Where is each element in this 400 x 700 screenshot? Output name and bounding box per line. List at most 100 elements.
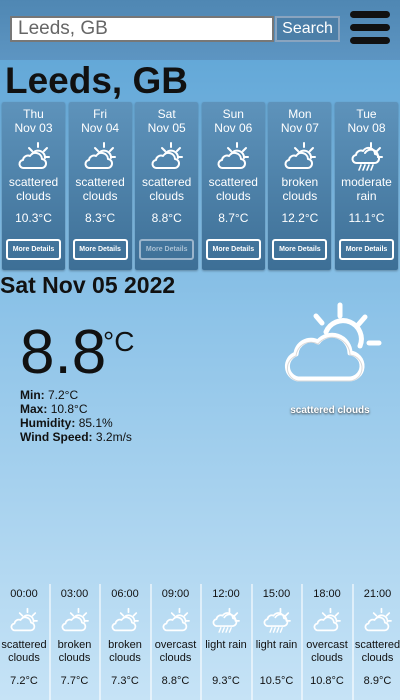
search-input[interactable]: [10, 16, 274, 42]
hour-time: 21:00: [363, 588, 392, 600]
hour-temperature: 9.3°C: [212, 675, 240, 687]
day-card[interactable]: Sun Nov 06 scattered clouds 8.7°C More Detai…: [201, 102, 265, 270]
hour-time: 06:00: [111, 588, 139, 600]
more-details-button[interactable]: More Details: [272, 239, 328, 260]
hourly-item: 21:00 scattered clouds 8.9°C: [354, 584, 400, 700]
selected-date: Sat Nov 05 2022: [0, 272, 176, 298]
top-bar: Search: [0, 0, 400, 60]
hour-time: 09:00: [161, 588, 190, 600]
humidity-label: Humidity:: [20, 416, 76, 430]
day-date: Nov 03: [14, 121, 53, 135]
hourly-item: 15:00 light rain 10.5°C: [253, 584, 301, 700]
menu-bar: [350, 23, 390, 31]
wind-row: Wind Speed: 3.2m/s: [20, 430, 132, 444]
max-label: Max:: [20, 402, 48, 416]
more-details-button[interactable]: More Details: [72, 239, 128, 260]
cloud-sun-icon: [284, 302, 382, 382]
daily-forecast: Thu Nov 03 scattered clouds 10.3°C More Deta…: [2, 102, 398, 270]
hour-description: broken clouds: [57, 639, 92, 664]
day-name: Sat: [157, 107, 176, 121]
hour-divider: [351, 584, 354, 700]
hour-temperature: 10.8°C: [310, 675, 344, 687]
day-card[interactable]: Tue Nov 08 moderate rain 11.1°C More Details: [335, 102, 398, 270]
hour-divider: [48, 584, 51, 700]
selected-description: scattered clouds: [290, 405, 370, 416]
cloud-sun-icon: [217, 142, 250, 169]
hour-time: 00:00: [10, 588, 38, 600]
hourly-item: 06:00 broken clouds 7.3°C: [101, 584, 149, 700]
hour-description: light rain: [205, 639, 247, 651]
hour-time: 12:00: [212, 588, 240, 600]
hourly-item: 12:00 light rain 9.3°C: [202, 584, 250, 700]
rain-icon: [212, 607, 240, 633]
day-description: scattered clouds: [8, 175, 59, 203]
more-details-button[interactable]: More Details: [205, 239, 261, 260]
day-date: Nov 05: [147, 121, 186, 135]
hour-divider: [99, 584, 101, 700]
city-title: Leeds, GB: [5, 60, 188, 101]
day-date: Nov 06: [214, 121, 253, 135]
hour-description: overcast clouds: [306, 639, 348, 664]
hourly-item: 03:00 broken clouds 7.7°C: [51, 584, 99, 700]
more-details-button[interactable]: More Details: [339, 239, 394, 260]
hourly-item: 00:00 scattered clouds 7.2°C: [0, 584, 48, 700]
day-card[interactable]: Fri Nov 04 scattered clouds 8.3°C More Detai…: [68, 102, 132, 270]
hour-temperature: 7.7°C: [60, 675, 89, 687]
day-description: moderate rain: [341, 175, 392, 203]
day-name: Sun: [222, 107, 244, 121]
cloud-sun-icon: [18, 142, 50, 169]
day-card[interactable]: Thu Nov 03 scattered clouds 10.3°C More Deta…: [2, 102, 65, 270]
day-description: scattered clouds: [142, 175, 192, 203]
day-temperature: 8.8°C: [151, 211, 182, 225]
day-description: broken clouds: [281, 175, 319, 203]
day-temperature: 8.3°C: [85, 211, 116, 225]
day-temperature: 10.3°C: [15, 211, 52, 225]
day-description: scattered clouds: [75, 175, 125, 203]
day-card[interactable]: Mon Nov 07 broken clouds 12.2°C More Details: [268, 102, 332, 270]
day-name: Mon: [288, 107, 312, 121]
hour-description: scattered clouds: [1, 639, 47, 664]
more-details-button[interactable]: More Details: [6, 239, 61, 260]
menu-bar: [350, 10, 390, 18]
day-name: Fri: [93, 107, 108, 121]
hour-divider: [149, 584, 152, 700]
wind-label: Wind Speed:: [20, 430, 93, 444]
rain-icon: [351, 142, 383, 171]
cloud-sun-icon: [10, 607, 38, 632]
menu-button[interactable]: [350, 10, 390, 50]
cloud-sun-icon: [364, 607, 392, 632]
rain-icon: [263, 607, 291, 633]
hourly-forecast: 00:00 scattered clouds 7.2°C 03:00 broken cl…: [0, 584, 400, 700]
min-row: Min: 7.2°C: [20, 388, 132, 402]
day-description: scattered clouds: [208, 175, 258, 203]
day-card[interactable]: Sat Nov 05 scattered clouds 8.8°C More Detai…: [135, 102, 199, 270]
cloud-sun-icon: [162, 607, 190, 632]
cloud-sun-icon: [84, 142, 117, 169]
max-row: Max: 10.8°C: [20, 402, 132, 416]
day-date: Nov 07: [280, 121, 319, 135]
cloud-sun-icon: [313, 607, 341, 632]
current-temperature: 8.8: [20, 318, 107, 387]
cloud-sun-icon: [284, 142, 316, 169]
hour-temperature: 7.2°C: [10, 675, 38, 687]
hour-description: broken clouds: [108, 639, 142, 664]
day-temperature: 8.7°C: [218, 211, 249, 225]
min-value: 7.2°C: [48, 388, 79, 402]
day-temperature: 11.1°C: [348, 211, 385, 225]
day-date: Nov 04: [81, 121, 120, 135]
day-temperature: 12.2°C: [281, 211, 319, 225]
hour-temperature: 8.9°C: [363, 675, 392, 687]
cloud-sun-icon: [111, 607, 139, 632]
hour-description: overcast clouds: [154, 639, 197, 664]
hour-temperature: 8.8°C: [161, 675, 190, 687]
hour-description: scattered clouds: [354, 639, 400, 664]
cloud-sun-icon: [61, 607, 89, 632]
hour-time: 18:00: [313, 588, 341, 600]
day-name: Tue: [356, 107, 377, 121]
search-button[interactable]: Search: [275, 16, 340, 42]
more-details-button[interactable]: More Details: [139, 239, 195, 260]
wind-value: 3.2m/s: [95, 430, 132, 444]
day-name: Thu: [23, 107, 44, 121]
hour-temperature: 7.3°C: [111, 675, 139, 687]
weather-stats: Min: 7.2°C Max: 10.8°C Humidity: 85.1% W…: [20, 388, 132, 444]
